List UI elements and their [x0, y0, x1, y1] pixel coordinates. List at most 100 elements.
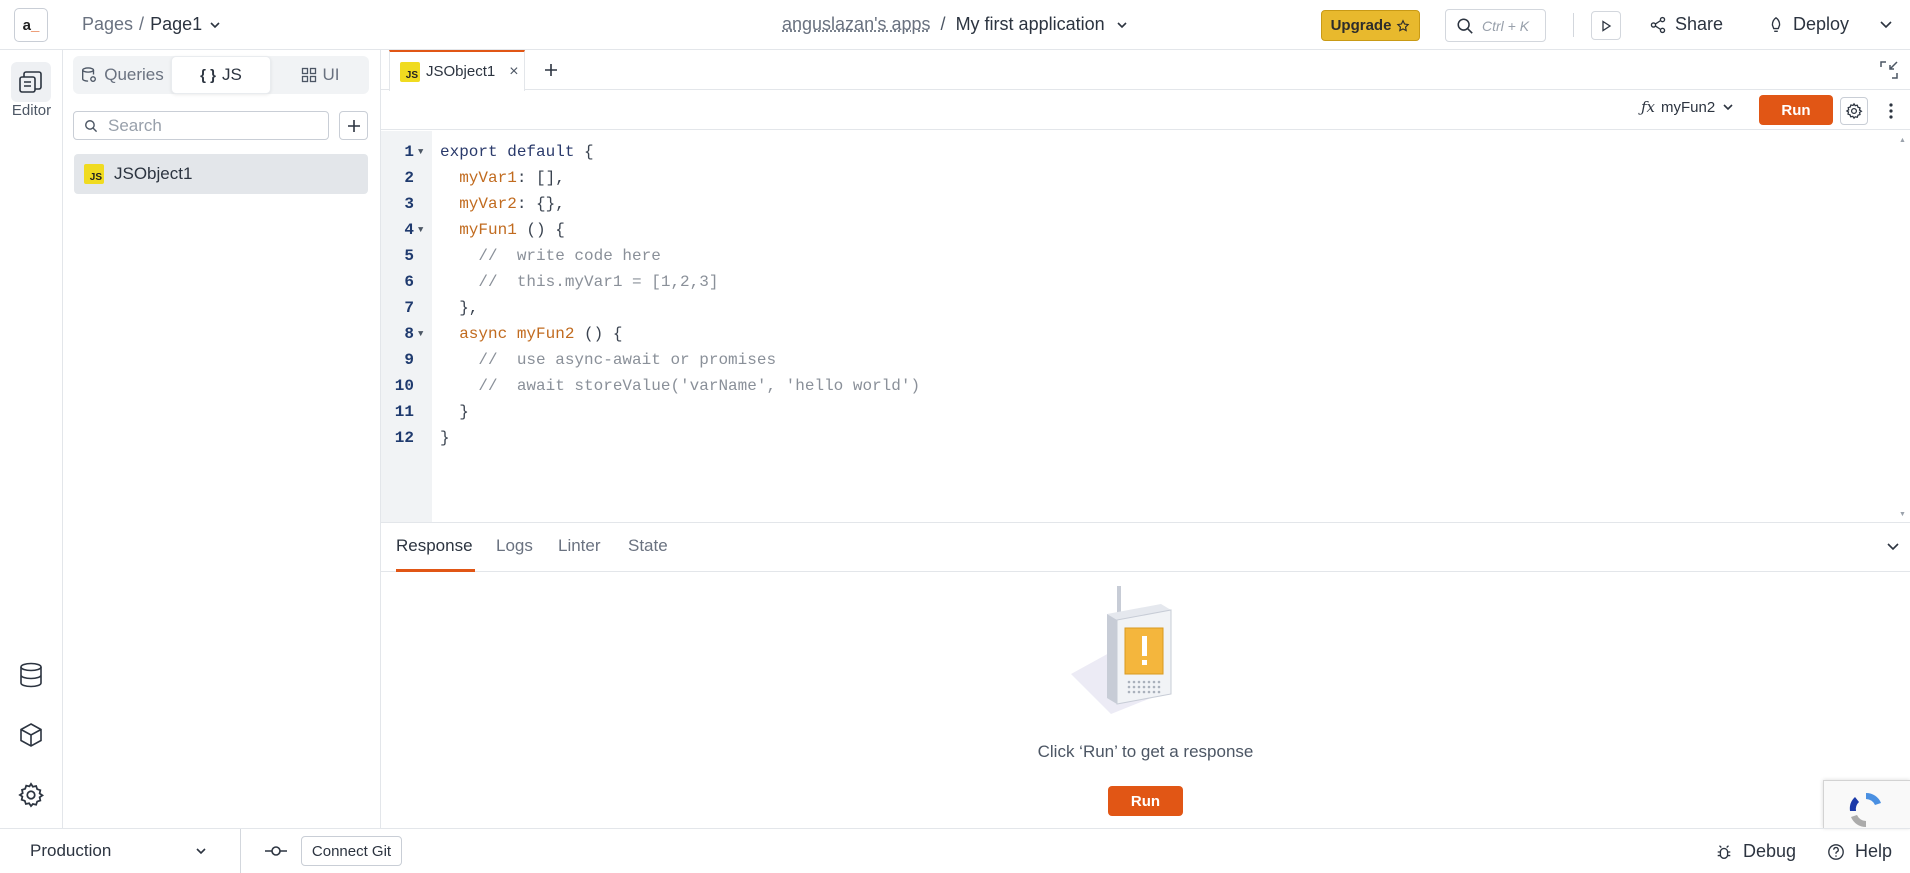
top-bar: a _ Pages / Page1 anguslazan's apps / My …: [0, 0, 1910, 50]
chevron-down-icon[interactable]: [1878, 18, 1894, 32]
tab-queries[interactable]: Queries: [73, 56, 171, 94]
code-line: 3 myVar2: {},: [381, 191, 1881, 217]
no-response-illustration: [1071, 586, 1172, 714]
list-item-jsobject1[interactable]: JS JSObject1: [74, 154, 368, 194]
close-icon[interactable]: ×: [509, 63, 518, 81]
search-shortcut: Ctrl + K: [1482, 17, 1530, 34]
recaptcha-icon: [1849, 792, 1881, 828]
code-line: 10 // await storeValue('varName', 'hello…: [381, 373, 1881, 399]
line-number: 11: [394, 403, 414, 421]
line-number: 4: [404, 221, 414, 239]
settings-button[interactable]: [14, 778, 48, 812]
more-vertical-icon: [1889, 103, 1893, 119]
tab-linter[interactable]: Linter: [558, 536, 601, 556]
code-line: 2 myVar1: [],: [381, 165, 1881, 191]
add-js-object-button[interactable]: [339, 111, 368, 140]
response-body: Click ‘Run’ to get a response Run: [381, 572, 1910, 828]
line-number: 7: [404, 299, 414, 317]
code-line: 4 ▼ myFun1 () {: [381, 217, 1881, 243]
code-line: 7 },: [381, 295, 1881, 321]
response-placeholder-message: Click ‘Run’ to get a response: [1037, 742, 1254, 761]
debug-label: Debug: [1743, 841, 1797, 861]
app-separator: /: [940, 14, 946, 34]
connect-git-button[interactable]: Connect Git: [301, 836, 402, 866]
tab-ui[interactable]: UI: [271, 56, 369, 94]
line-number: 12: [394, 429, 414, 447]
chevron-down-icon[interactable]: [208, 18, 222, 32]
fold-arrow-icon[interactable]: ▼: [418, 321, 423, 347]
editor-tab-bar: JS JSObject1 ×: [381, 50, 1910, 91]
bug-icon: [1717, 844, 1731, 859]
code-line: 8 ▼ async myFun2 () {: [381, 321, 1881, 347]
app-logo[interactable]: a _: [14, 8, 48, 42]
packages-button[interactable]: [14, 718, 48, 752]
editor-rail-button[interactable]: [11, 62, 51, 102]
app-name[interactable]: My first application: [956, 14, 1105, 35]
app-title: anguslazan's apps / My first application: [782, 14, 1129, 35]
upgrade-label: Upgrade: [1330, 17, 1392, 34]
share-icon: [1650, 16, 1666, 33]
scroll-up-arrow[interactable]: ▲: [1899, 137, 1906, 144]
datasource-button[interactable]: [14, 658, 48, 692]
tab-logs[interactable]: Logs: [496, 536, 533, 556]
command-search[interactable]: Ctrl + K: [1445, 9, 1546, 42]
code-line: 6 // this.myVar1 = [1,2,3]: [381, 269, 1881, 295]
play-icon: [1602, 19, 1612, 32]
response-tab-bar: Response Logs Linter State: [381, 522, 1910, 572]
tab-js[interactable]: { } JS: [171, 56, 271, 94]
chevron-down-icon: [1723, 104, 1733, 111]
line-number: 10: [394, 377, 414, 395]
help-label: Help: [1855, 841, 1893, 861]
fold-arrow-icon[interactable]: ▼: [418, 139, 423, 165]
cube-icon: [20, 723, 42, 747]
run-button[interactable]: Run: [1759, 95, 1833, 125]
tab-response[interactable]: Response: [396, 536, 473, 556]
explorer-segment-control: Queries { } JS UI: [73, 56, 369, 94]
star-icon: [1397, 18, 1410, 32]
upgrade-button[interactable]: Upgrade: [1321, 10, 1420, 41]
code-line: 12 }: [381, 425, 1881, 451]
run-button[interactable]: Run: [1108, 786, 1183, 816]
share-button[interactable]: Share: [1649, 14, 1723, 35]
environment-label: Production: [30, 841, 112, 860]
queries-icon: [82, 67, 97, 82]
code-editor[interactable]: 1 ▼ export default { 2 myVar1: [], 3 myV…: [381, 131, 1910, 522]
minimize-icon[interactable]: [1879, 60, 1899, 80]
recaptcha-badge[interactable]: [1823, 780, 1910, 828]
tab-js-label: JS: [222, 65, 242, 84]
tab-ui-label: UI: [322, 65, 340, 84]
help-button[interactable]: Help: [1827, 841, 1892, 862]
scroll-down-arrow[interactable]: ▼: [1899, 511, 1906, 518]
logo-text: a: [22, 16, 31, 34]
tab-state[interactable]: State: [628, 536, 668, 556]
chevron-down-icon[interactable]: [1115, 18, 1129, 32]
current-page[interactable]: Page1: [150, 14, 202, 35]
function-select[interactable]: ƒx myFun2: [1641, 98, 1735, 116]
tab-label: JSObject1: [426, 63, 496, 80]
add-tab-button[interactable]: [539, 58, 563, 82]
debug-button[interactable]: Debug: [1715, 841, 1796, 862]
explorer-panel: Queries { } JS UI Search JS JSObject1: [63, 50, 381, 828]
widgets-icon: [301, 67, 316, 83]
page-breadcrumb: Pages / Page1: [82, 14, 222, 35]
line-number: 8: [404, 325, 414, 343]
fold-arrow-icon[interactable]: ▼: [418, 217, 423, 243]
breadcrumb-separator: /: [139, 14, 145, 34]
function-icon: ƒx: [1641, 98, 1656, 116]
environment-select[interactable]: Production: [30, 841, 208, 861]
editor-toolbar: ƒx myFun2 Run: [381, 90, 1910, 130]
search-icon: [1457, 17, 1473, 34]
more-options-button[interactable]: [1881, 97, 1901, 125]
workspace-name[interactable]: anguslazan's apps: [782, 14, 931, 35]
settings-button[interactable]: [1840, 97, 1868, 125]
deploy-button[interactable]: Deploy: [1767, 14, 1849, 35]
line-number: 3: [404, 195, 414, 213]
help-icon: [1828, 843, 1844, 860]
explorer-search-input[interactable]: Search: [73, 111, 329, 140]
status-bar: Production Connect Git Debug Help: [0, 828, 1910, 873]
tab-jsobject1[interactable]: JS JSObject1 ×: [389, 50, 525, 91]
chevron-down-icon[interactable]: [1885, 540, 1901, 554]
preview-button[interactable]: [1591, 11, 1621, 40]
pages-label[interactable]: Pages: [82, 14, 133, 35]
code-line: 9 // use async-await or promises: [381, 347, 1881, 373]
